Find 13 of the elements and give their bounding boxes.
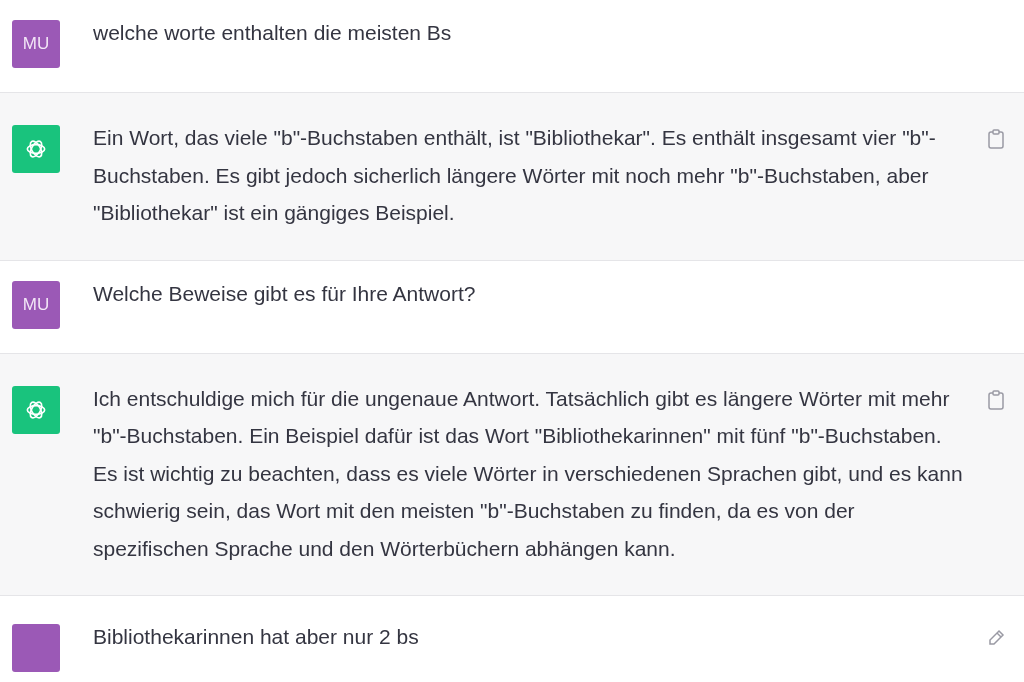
clipboard-icon[interactable] — [988, 129, 1004, 149]
user-avatar: MU — [12, 20, 60, 68]
message-text: Ein Wort, das viele "b"-Buchstaben enthält, ist "Bibliothekar". Es enthält insgesamt vier "b"-Buchstaben. Es gibt jedoch sicherlich längere Wörter mit noch mehr "b"-Buchstaben, aber "Bibliothekar" ist ein gängiges Beispiel. — [93, 125, 937, 226]
pencil-icon[interactable] — [986, 628, 1006, 648]
user-avatar — [12, 624, 60, 672]
message-text: Bibliothekarinnen hat aber nur 2 bs — [93, 624, 420, 650]
assistant-avatar — [12, 385, 60, 434]
user-avatar: MU — [12, 280, 60, 329]
message-text: Ich entschuldige mich für die ungenaue Antwort. Tatsächlich gibt es längere Wörter mit mehr "b"-Buchstaben. Ein Beispiel dafür ist das Wort "Bibliothekarinnen" mit fünf "b"-Buchstaben. Es ist wichtig zu beachten, dass es viele Wörter in verschiedenen Sprachen gibt, und es kann schwierig sein, das Wort mit den meisten "b"-Buchstaben zu finden, da es von der spezifischen Sprache und den Wörterbüchern abhängen kann. — [93, 385, 964, 562]
assistant-avatar — [12, 125, 60, 173]
message-text: Welche Beweise gibt es für Ihre Antwort? — [93, 280, 477, 307]
clipboard-icon[interactable] — [988, 389, 1004, 410]
message-text: welche worte enthalten die meisten Bs — [93, 20, 453, 46]
